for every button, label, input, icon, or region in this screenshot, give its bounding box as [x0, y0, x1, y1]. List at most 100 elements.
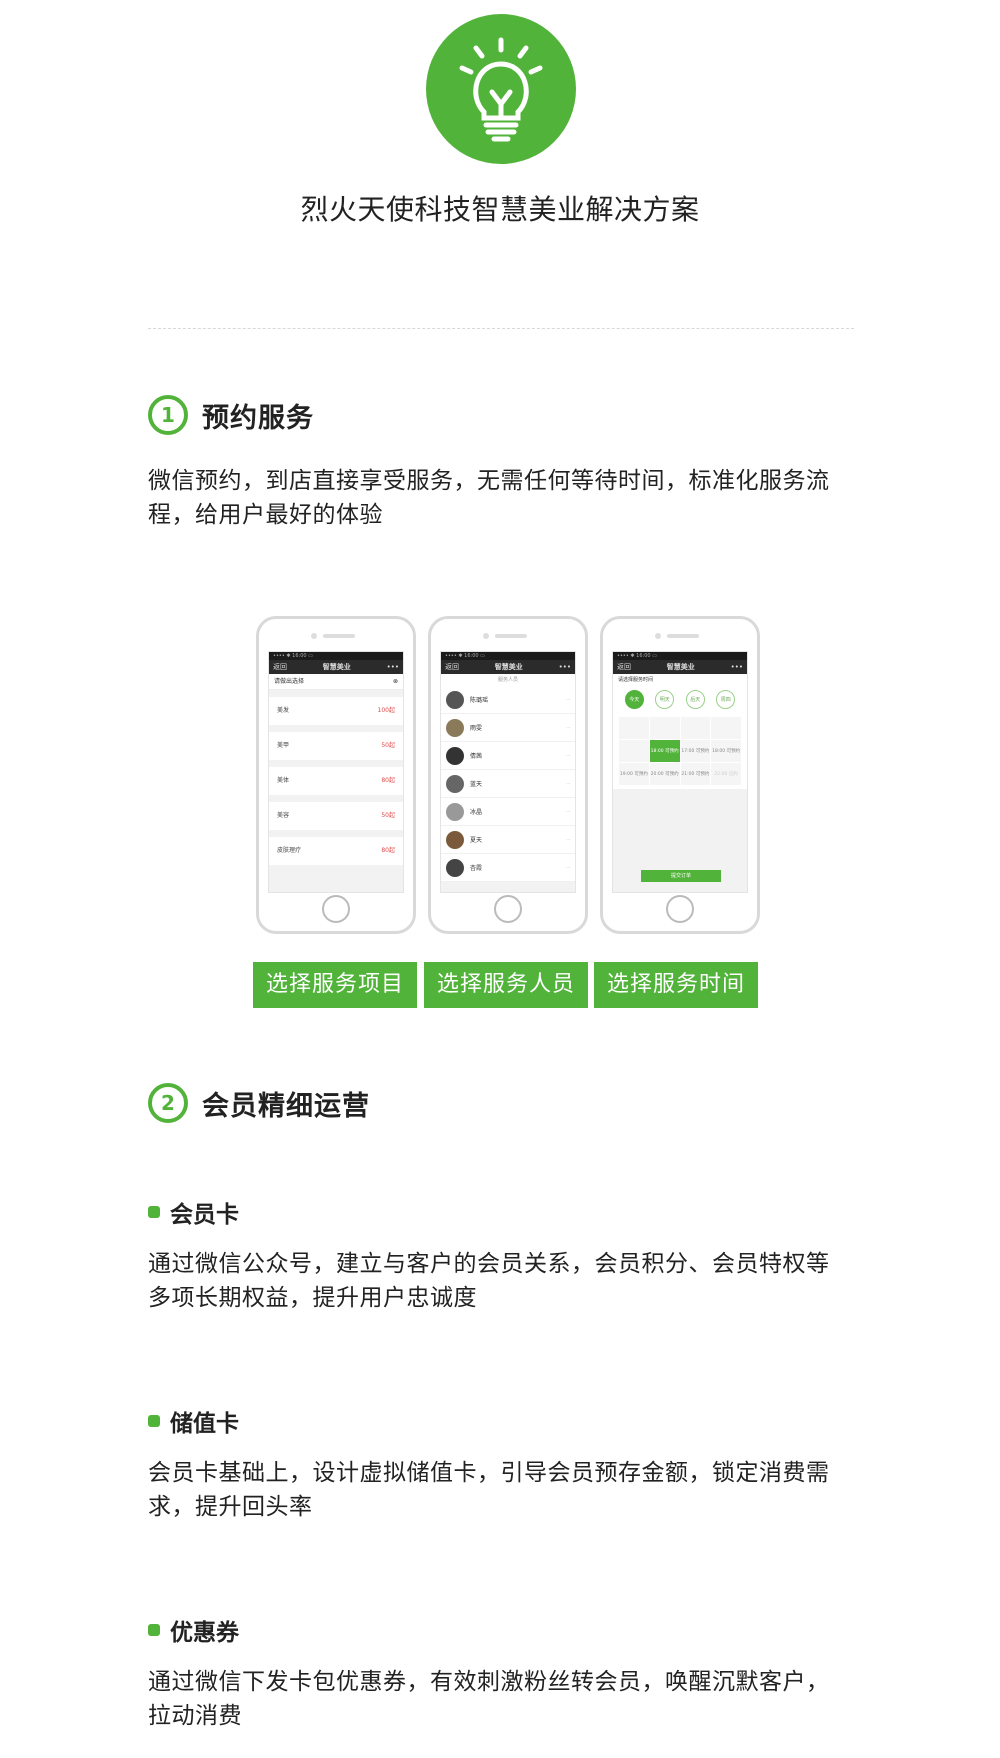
staff-meta: ···: [566, 837, 570, 842]
staff-meta: ···: [566, 753, 570, 758]
sub-title: 会员卡: [170, 1202, 239, 1228]
service-prompt: 请做出选择 ⊗: [269, 674, 403, 690]
time-slot[interactable]: 20:00 可预约: [649, 763, 680, 785]
time-slot[interactable]: [711, 717, 741, 739]
avatar: [446, 802, 464, 821]
coupon-header: 优惠券: [148, 1613, 239, 1647]
nav-title: 智慧美业: [322, 663, 351, 671]
time-slot[interactable]: [680, 717, 711, 739]
service-name: 皮肤理疗: [277, 847, 302, 854]
nav-title: 智慧美业: [494, 663, 523, 671]
service-item[interactable]: 美容 50起: [269, 802, 403, 830]
member-card-description: 通过微信公众号，建立与客户的会员关系，会员积分、会员特权等多项长期权益，提升用户…: [148, 1251, 830, 1311]
staff-row[interactable]: 冰晶 ···: [441, 798, 575, 826]
staff-row[interactable]: 蓝天 ···: [441, 770, 575, 798]
avatar: [446, 718, 464, 737]
speaker-slot: [495, 634, 527, 638]
service-item[interactable]: 美甲 50起: [269, 732, 403, 760]
nav-back[interactable]: 返回: [273, 660, 287, 674]
section-number-badge: 1: [148, 395, 188, 435]
service-prompt-label: 请做出选择: [274, 678, 305, 685]
phone-mockup-time: •••• ✱ 16:00 ▭ 返回 智慧美业 ••• 请选择服务时间 今天 明天…: [600, 616, 760, 934]
lightbulb-icon: [459, 37, 543, 142]
phone-screen: •••• ✱ 16:00 ▭ 返回 智慧美业 ••• 请做出选择 ⊗ 美发 100…: [268, 651, 404, 893]
staff-meta: ···: [566, 725, 570, 730]
service-item[interactable]: 皮肤理疗 80起: [269, 837, 403, 865]
time-slot[interactable]: 19:00 可预约: [619, 763, 649, 785]
service-name: 美甲: [277, 742, 290, 749]
day-option[interactable]: 后天: [685, 690, 705, 709]
member-card-header: 会员卡: [148, 1195, 239, 1229]
staff-meta: ···: [566, 697, 570, 702]
section-number-badge: 2: [148, 1083, 188, 1123]
close-icon[interactable]: ⊗: [393, 674, 398, 689]
staff-row[interactable]: 杏霞 ···: [441, 854, 575, 882]
service-item[interactable]: 美体 80起: [269, 767, 403, 795]
day-option[interactable]: 明天: [655, 690, 675, 709]
phone-mockup-staff: •••• ✱ 16:00 ▭ 返回 智慧美业 ••• 服务人员 陈璐瑶 ··· 雨…: [428, 616, 588, 934]
service-price: 80起: [381, 777, 395, 784]
service-item[interactable]: 美发 100起: [269, 697, 403, 725]
time-slot[interactable]: [619, 717, 649, 739]
nav-back[interactable]: 返回: [445, 660, 459, 674]
time-slot-selected[interactable]: 18:00 可预约: [649, 740, 680, 762]
time-slot[interactable]: [619, 740, 649, 762]
bullet-dot: [148, 1624, 160, 1636]
status-bar: •••• ✱ 16:00 ▭: [613, 652, 747, 660]
select-staff-button[interactable]: 选择服务人员: [424, 962, 588, 1008]
speaker-slot: [323, 634, 355, 638]
bullet-dot: [148, 1206, 160, 1218]
staff-name: 夏天: [470, 837, 483, 844]
time-prompt: 请选择服务时间: [613, 674, 747, 686]
submit-order-button[interactable]: 提交订单: [641, 870, 721, 882]
service-price: 100起: [377, 707, 395, 714]
home-button: [322, 895, 350, 923]
avatar: [446, 774, 464, 793]
nav-more-icon[interactable]: •••: [731, 660, 743, 674]
camera-dot: [483, 633, 489, 639]
staff-meta: ···: [566, 809, 570, 814]
speaker-slot: [667, 634, 699, 638]
select-service-button[interactable]: 选择服务项目: [253, 962, 417, 1008]
day-option[interactable]: 今天: [624, 690, 644, 709]
day-option[interactable]: 周四: [716, 690, 736, 709]
staff-row[interactable]: 雨雯 ···: [441, 714, 575, 742]
nav-more-icon[interactable]: •••: [387, 660, 399, 674]
phone-screen: •••• ✱ 16:00 ▭ 返回 智慧美业 ••• 请选择服务时间 今天 明天…: [612, 651, 748, 893]
page-title: 烈火天使科技智慧美业解决方案: [300, 193, 700, 226]
service-price: 80起: [381, 847, 395, 854]
phone-mockup-service: •••• ✱ 16:00 ▭ 返回 智慧美业 ••• 请做出选择 ⊗ 美发 100…: [256, 616, 416, 934]
time-slot[interactable]: 17:00 可预约: [680, 740, 711, 762]
nav-more-icon[interactable]: •••: [559, 660, 571, 674]
home-button: [666, 895, 694, 923]
sub-title: 优惠券: [170, 1620, 239, 1646]
staff-row[interactable]: 陈璐瑶 ···: [441, 686, 575, 714]
staff-row[interactable]: 倩茜 ···: [441, 742, 575, 770]
phone-screen: •••• ✱ 16:00 ▭ 返回 智慧美业 ••• 服务人员 陈璐瑶 ··· 雨…: [440, 651, 576, 893]
time-slot[interactable]: 22:00 已约: [711, 763, 741, 785]
dashed-divider: [148, 328, 854, 329]
select-time-button[interactable]: 选择服务时间: [594, 962, 758, 1008]
section-title: 会员精细运营: [202, 1090, 370, 1122]
time-slot-grid: 18:00 可预约 17:00 可预约 18:00 可预约 19:00 可预约 …: [613, 713, 747, 789]
time-slot[interactable]: 18:00 可预约: [711, 740, 741, 762]
staff-name: 冰晶: [470, 809, 483, 816]
sub-title: 储值卡: [170, 1411, 239, 1437]
avatar: [446, 830, 464, 849]
home-button: [494, 895, 522, 923]
section-title: 预约服务: [202, 402, 314, 434]
nav-back[interactable]: 返回: [617, 660, 631, 674]
staff-name: 杏霞: [470, 865, 483, 872]
status-bar: •••• ✱ 16:00 ▭: [441, 652, 575, 660]
staff-row[interactable]: 夏天 ···: [441, 826, 575, 854]
time-slot[interactable]: 21:00 可预约: [680, 763, 711, 785]
staff-list-header: 服务人员: [441, 674, 575, 686]
time-slot[interactable]: [649, 717, 680, 739]
nav-bar: 返回 智慧美业 •••: [441, 660, 575, 674]
avatar: [446, 858, 464, 877]
logo: [426, 14, 576, 164]
camera-dot: [311, 633, 317, 639]
section-1-header: 1 预约服务: [148, 395, 314, 435]
avatar: [446, 746, 464, 765]
nav-title: 智慧美业: [666, 663, 695, 671]
